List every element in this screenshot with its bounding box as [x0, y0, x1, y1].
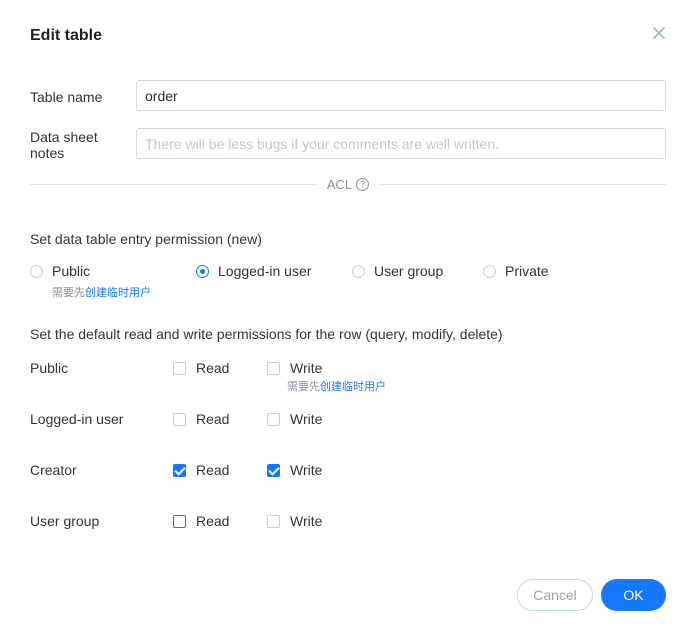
row-permission-hint: 需要先创建临时用户 [287, 378, 386, 394]
acl-label: ACL [326, 176, 353, 192]
creator-write-label: Write [290, 462, 323, 478]
radio-user-group-label: User group [374, 263, 444, 279]
entry-permission-heading: Set data table entry permission (new) [30, 231, 262, 247]
radio-user-group-circle[interactable] [352, 264, 365, 278]
radio-logged-in-user-circle[interactable] [196, 264, 209, 278]
creator-read-checkbox[interactable]: Read [173, 462, 229, 478]
radio-public-circle[interactable] [30, 264, 43, 278]
user-group-read-label: Read [196, 513, 230, 529]
row-label-logged-in-user: Logged-in user [30, 411, 124, 427]
public-read-label: Read [196, 360, 230, 376]
close-icon[interactable] [650, 24, 668, 42]
notes-label-line1: Data sheet [30, 129, 98, 145]
notes-label: Data sheet notes [30, 129, 98, 161]
logged-in-read-checkbox[interactable]: Read [173, 411, 229, 427]
creator-read-box[interactable] [173, 463, 186, 477]
radio-logged-in-user-label: Logged-in user [218, 263, 312, 279]
creator-write-checkbox[interactable]: Write [267, 462, 322, 478]
row-label-creator: Creator [30, 462, 77, 478]
public-read-box[interactable] [173, 361, 186, 375]
radio-user-group[interactable]: User group [352, 263, 443, 279]
public-write-checkbox[interactable]: Write [267, 360, 322, 376]
notes-input[interactable] [136, 128, 666, 159]
row-permission-heading: Set the default read and write permissio… [30, 326, 503, 342]
user-group-write-label: Write [290, 513, 323, 529]
public-read-checkbox[interactable]: Read [173, 360, 229, 376]
entry-permission-hint: 需要先创建临时用户 [52, 284, 151, 300]
question-circle-icon[interactable]: ? [356, 177, 370, 191]
entry-hint-prefix: 需要先 [52, 287, 85, 299]
creator-write-box[interactable] [267, 463, 280, 477]
logged-in-write-checkbox[interactable]: Write [267, 411, 322, 427]
row-hint-prefix: 需要先 [287, 381, 320, 393]
public-write-label: Write [290, 360, 323, 376]
acl-divider-label: ACL ? [316, 176, 380, 192]
logged-in-write-label: Write [290, 411, 323, 427]
create-temp-user-link-2[interactable]: 创建临时用户 [320, 381, 386, 393]
logged-in-read-box[interactable] [173, 412, 186, 426]
radio-private[interactable]: Private [483, 263, 549, 279]
radio-private-label: Private [505, 263, 549, 279]
radio-public[interactable]: Public [30, 263, 90, 279]
logged-in-read-label: Read [196, 411, 230, 427]
table-name-input[interactable] [136, 80, 666, 111]
logged-in-write-box[interactable] [267, 412, 280, 426]
ok-button[interactable]: OK [601, 579, 666, 611]
user-group-read-box[interactable] [173, 514, 186, 528]
radio-private-circle[interactable] [483, 264, 496, 278]
row-label-public: Public [30, 360, 69, 376]
user-group-write-box[interactable] [267, 514, 280, 528]
create-temp-user-link[interactable]: 创建临时用户 [85, 287, 151, 299]
public-write-box[interactable] [267, 361, 280, 375]
notes-label-line2: notes [30, 145, 65, 161]
edit-table-dialog: Edit table Table name Data sheet notes A… [0, 0, 696, 642]
user-group-read-checkbox[interactable]: Read [173, 513, 229, 529]
row-label-user-group: User group [30, 513, 100, 529]
table-name-label: Table name [30, 89, 103, 105]
radio-public-label: Public [52, 263, 91, 279]
user-group-write-checkbox[interactable]: Write [267, 513, 322, 529]
creator-read-label: Read [196, 462, 230, 478]
dialog-title: Edit table [30, 27, 103, 44]
radio-logged-in-user[interactable]: Logged-in user [196, 263, 311, 279]
cancel-button[interactable]: Cancel [517, 579, 593, 611]
